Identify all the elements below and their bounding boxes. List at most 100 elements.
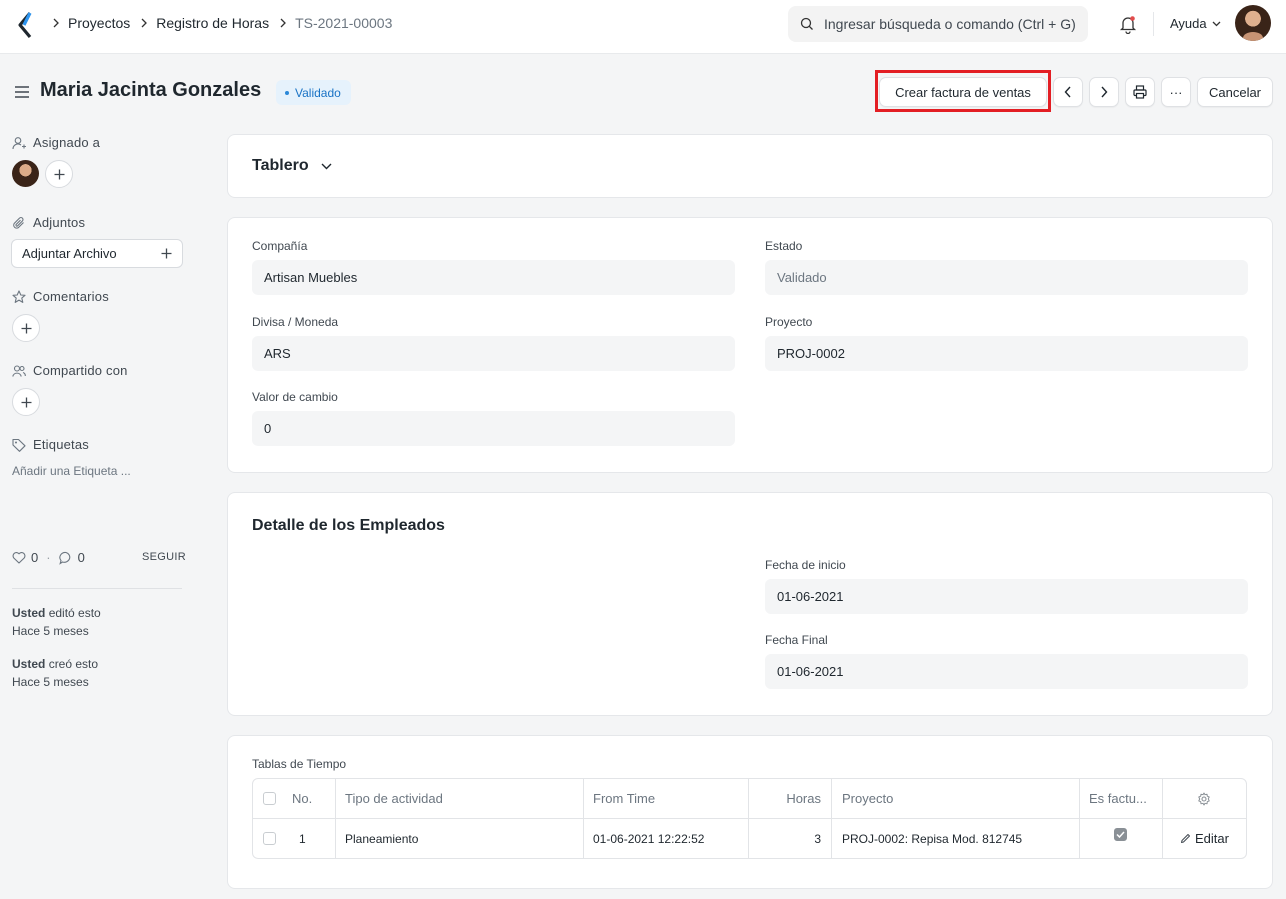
chevron-down-icon — [321, 163, 332, 169]
search-input[interactable]: Ingresar búsqueda o comando (Ctrl + G) — [788, 6, 1088, 42]
assignee-avatar[interactable] — [12, 160, 39, 187]
notification-bell-icon[interactable] — [1118, 14, 1138, 34]
chevron-right-icon — [279, 18, 287, 28]
plus-icon — [54, 169, 64, 179]
shared-with-section: Compartido con — [12, 363, 128, 378]
navbar-divider — [1153, 12, 1154, 36]
chevron-right-icon — [1101, 86, 1108, 98]
activity-time: Hace 5 meses — [12, 624, 89, 638]
attachments-section: Adjuntos — [12, 215, 85, 230]
plus-icon — [161, 248, 172, 259]
search-placeholder: Ingresar búsqueda o comando (Ctrl + G) — [824, 16, 1076, 32]
attach-file-button[interactable]: Adjuntar Archivo — [11, 239, 183, 268]
exchange-rate-field[interactable]: 0 — [252, 411, 735, 446]
breadcrumb-registro-horas[interactable]: Registro de Horas — [156, 15, 269, 31]
paperclip-icon — [13, 216, 24, 229]
column-divider — [335, 779, 336, 858]
column-header-hours: Horas — [786, 791, 821, 806]
status-dot — [285, 90, 289, 95]
select-all-checkbox[interactable] — [263, 779, 277, 818]
attach-file-label: Adjuntar Archivo — [22, 246, 117, 261]
activity-item: Usted creó esto Hace 5 meses — [12, 655, 98, 691]
help-dropdown[interactable]: Ayuda — [1170, 16, 1221, 31]
page-title: Maria Jacinta Gonzales — [40, 79, 262, 101]
row-project[interactable]: PROJ-0002: Repisa Mod. 812745 — [842, 819, 1022, 858]
time-logs-table: No. Tipo de actividad From Time Horas Pr… — [252, 778, 1247, 859]
follow-button[interactable]: SEGUIR — [142, 551, 186, 563]
checkbox-box — [263, 832, 276, 845]
sidebar-toggle-icon[interactable] — [14, 85, 30, 99]
tags-section: Etiquetas — [12, 437, 89, 452]
employee-detail-title: Detalle de los Empleados — [252, 517, 445, 534]
status-field: Validado — [765, 260, 1248, 295]
project-field[interactable]: PROJ-0002 — [765, 336, 1248, 371]
column-header-project: Proyecto — [842, 791, 894, 806]
heart-icon[interactable] — [12, 551, 26, 564]
add-user-icon — [12, 136, 26, 149]
comment-bubble-icon[interactable] — [58, 551, 73, 565]
column-divider — [831, 779, 832, 858]
company-label: Compañía — [252, 239, 308, 253]
likes-comments-counter: 0 · 0 — [12, 550, 85, 565]
checkmark-icon — [1114, 828, 1127, 841]
printer-icon — [1133, 85, 1147, 99]
company-field[interactable]: Artisan Muebles — [252, 260, 735, 295]
column-header-from-time: From Time — [593, 791, 656, 806]
add-assignee-button[interactable] — [45, 160, 73, 188]
previous-button[interactable] — [1053, 77, 1083, 107]
row-billable-checkbox[interactable] — [1079, 815, 1162, 854]
chevron-down-icon — [1212, 21, 1221, 26]
cancel-button[interactable]: Cancelar — [1197, 77, 1273, 107]
row-no: 1 — [299, 831, 306, 846]
more-actions-button[interactable]: ··· — [1161, 77, 1191, 107]
add-share-button[interactable] — [12, 388, 40, 416]
end-date-field[interactable]: 01-06-2021 — [765, 654, 1248, 689]
breadcrumb-proyectos[interactable]: Proyectos — [68, 15, 130, 31]
column-settings-button[interactable] — [1162, 779, 1246, 818]
row-activity-type[interactable]: Planeamiento — [345, 819, 418, 858]
row-edit-label: Editar — [1195, 831, 1229, 846]
time-logs-label: Tablas de Tiempo — [252, 757, 347, 771]
app-logo-icon[interactable] — [16, 11, 36, 39]
add-comment-button[interactable] — [12, 314, 40, 342]
assigned-to-label: Asignado a — [33, 135, 101, 150]
assigned-to-section: Asignado a — [12, 135, 100, 150]
row-select-checkbox[interactable] — [263, 819, 277, 858]
shared-with-label: Compartido con — [33, 363, 128, 378]
add-tag-link[interactable]: Añadir una Etiqueta ... — [12, 464, 131, 478]
attachments-label: Adjuntos — [33, 215, 86, 230]
chevron-left-icon — [1064, 86, 1071, 98]
column-header-activity-type: Tipo de actividad — [345, 791, 443, 806]
highlight-box — [875, 70, 1051, 112]
activity-user: Usted — [12, 606, 46, 620]
status-label: Estado — [765, 239, 803, 253]
start-date-label: Fecha de inicio — [765, 558, 846, 572]
activity-user: Usted — [12, 657, 46, 671]
breadcrumb-current[interactable]: TS-2021-00003 — [295, 15, 392, 31]
column-divider — [583, 779, 584, 858]
row-hours[interactable]: 3 — [748, 819, 821, 858]
star-icon — [12, 289, 26, 303]
status-badge-label: Validado — [295, 85, 341, 100]
column-header-billable: Es factu... — [1089, 791, 1147, 806]
tag-icon — [12, 438, 26, 452]
time-logs-card: Tablas de Tiempo No. Tipo de actividad F… — [227, 735, 1273, 889]
help-label: Ayuda — [1170, 16, 1207, 31]
user-avatar[interactable] — [1235, 5, 1271, 41]
dashboard-toggle[interactable]: Tablero — [252, 157, 332, 175]
row-edit-button[interactable]: Editar — [1180, 819, 1229, 858]
users-icon — [12, 364, 26, 377]
currency-label: Divisa / Moneda — [252, 315, 339, 329]
print-button[interactable] — [1125, 77, 1155, 107]
start-date-field[interactable]: 01-06-2021 — [765, 579, 1248, 614]
dashboard-card: Tablero — [227, 134, 1273, 198]
currency-field[interactable]: ARS — [252, 336, 735, 371]
row-from-time[interactable]: 01-06-2021 12:22:52 — [593, 819, 704, 858]
comments-label: Comentarios — [33, 289, 109, 304]
end-date-label: Fecha Final — [765, 633, 828, 647]
comments-count: 0 — [77, 550, 85, 565]
plus-icon — [21, 323, 31, 333]
sidebar-divider — [12, 588, 182, 589]
tags-label: Etiquetas — [33, 437, 90, 452]
next-button[interactable] — [1089, 77, 1119, 107]
